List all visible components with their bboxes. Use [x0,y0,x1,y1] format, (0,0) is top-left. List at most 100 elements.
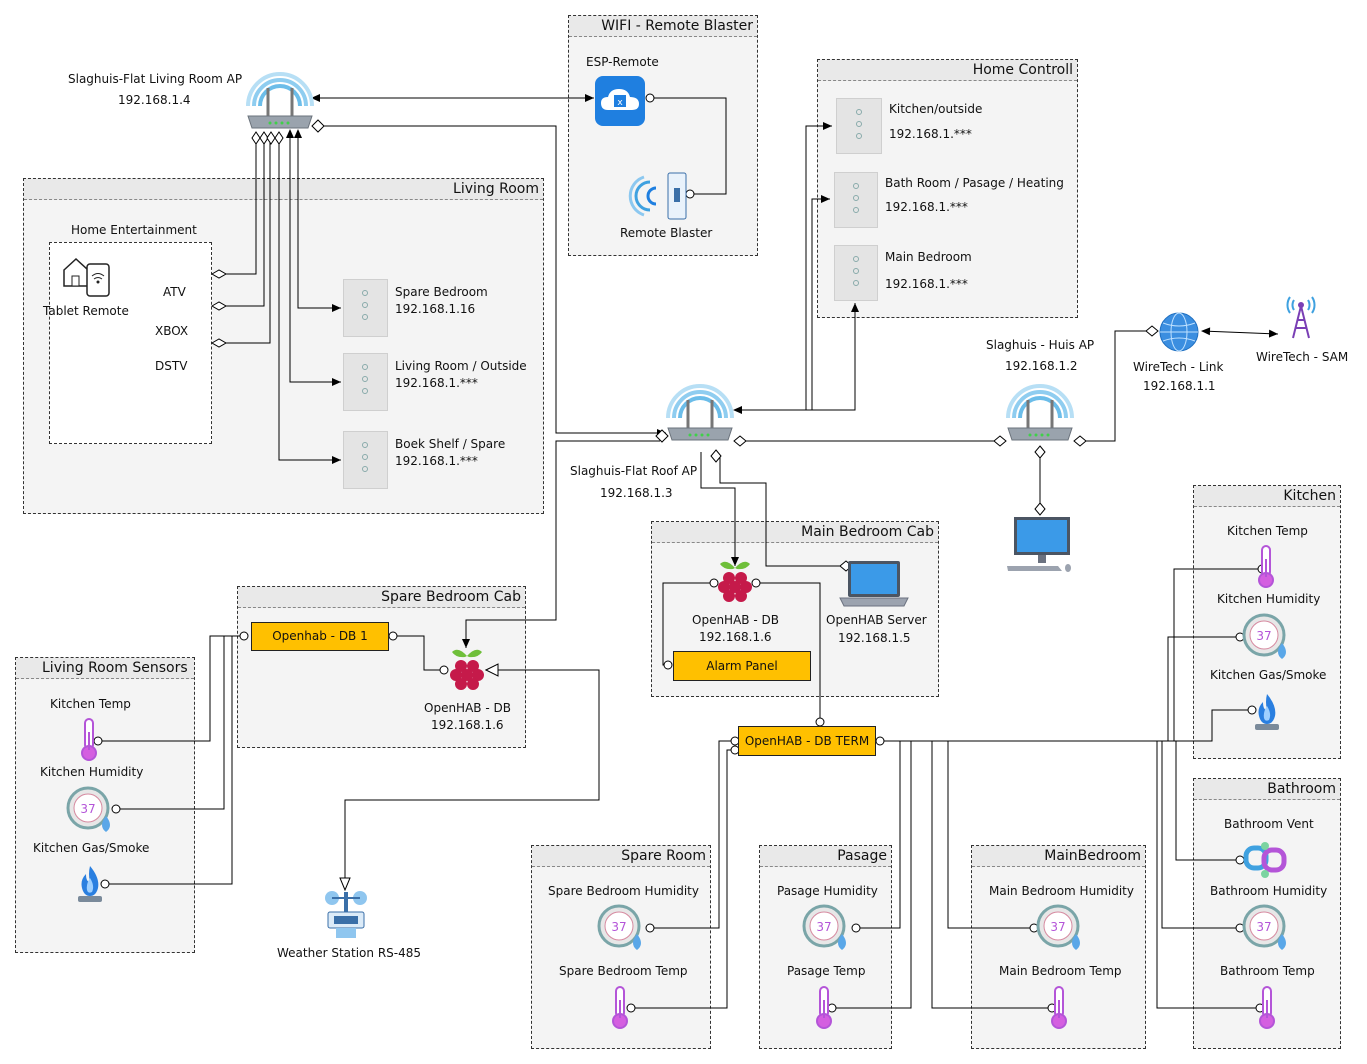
link-roof-kitchen [805,122,832,410]
lr-switch-spare-name: Spare Bedroom [395,285,488,299]
link-roof-bath [811,195,830,410]
connector [1034,445,1046,459]
wall-switch-living[interactable] [343,353,388,411]
wall-switch-mainbed[interactable] [834,245,878,301]
svg-text:37: 37 [80,802,95,816]
alarm-panel-box[interactable]: Alarm Panel [673,651,811,681]
router-icon [666,384,734,441]
antenna-tower-icon [1286,296,1316,339]
laptop-icon [839,561,909,607]
wirelink-ip: 192.168.1.1 [1143,379,1216,393]
svg-text:37: 37 [1050,920,1065,934]
link-term-trunk [882,709,1252,742]
thermometer-icon [1258,545,1274,588]
globe-icon [1159,312,1199,352]
bath-vent-label: Bathroom Vent [1224,817,1314,831]
mainbed-humidity-label: Main Bedroom Humidity [989,884,1134,898]
link-roof-server [719,455,846,567]
huis-ap-name: Slaghuis - Huis AP [986,338,1095,352]
openhab-db1-box[interactable]: Openhab - DB 1 [251,622,389,651]
lr-temp-label: Kitchen Temp [50,697,131,711]
link-huis-wirelink [1086,330,1148,442]
network-diagram: WIFI - Remote Blaster Home Controll Livi… [0,0,1367,1064]
link-roof-mainbed [733,303,859,414]
link-term-kitchen-hum [1167,636,1240,741]
router-icon [246,72,314,129]
hc-bath-name: Bath Room / Pasage / Heating [885,176,1064,190]
bath-temp-label: Bathroom Temp [1220,964,1315,978]
hc-kitchen-name: Kitchen/outside [889,102,983,116]
weather-arrow [484,663,499,677]
hc-bath-ip: 192.168.1.*** [885,200,968,214]
connector [210,301,228,311]
server-ip: 192.168.1.5 [838,631,911,645]
lr-switch-boek-name: Boek Shelf / Spare [395,437,506,451]
esp-label: ESP-Remote [586,55,659,69]
vent-fan-icon [1243,842,1287,878]
link-term-spare-hum [650,740,734,929]
link-ap-xbox [220,140,265,307]
connector [1034,502,1046,516]
main-rpi-ip: 192.168.1.6 [699,630,772,644]
huis-ap-ip: 192.168.1.2 [1005,359,1078,373]
port [875,736,885,746]
raspberry-pi-icon [718,561,752,602]
roof-ap-ip: 192.168.1.3 [600,486,673,500]
wall-switch-spare[interactable] [343,279,388,337]
link-wirelink-sam [1201,327,1279,338]
svg-text:37: 37 [1256,629,1271,643]
link-lr-humidity [118,636,225,810]
gas-flame-icon [78,866,102,902]
humidity-gauge-icon: 37 [1036,904,1080,950]
main-rpi-name: OpenHAB - DB [692,613,779,627]
spare-temp-label: Spare Bedroom Temp [559,964,688,978]
wall-switch-kitchen[interactable] [836,98,882,154]
svg-text:x: x [617,98,623,108]
svg-text:37: 37 [1256,920,1271,934]
lr-gas-label: Kitchen Gas/Smoke [33,841,150,855]
server-name: OpenHAB Server [826,613,927,627]
svg-text:37: 37 [816,920,831,934]
connector [210,338,228,348]
link-lr-temp [100,635,248,742]
gas-flame-icon [1255,694,1279,730]
hc-mainbed-name: Main Bedroom [885,250,972,264]
thermometer-icon [1051,986,1067,1029]
wall-switch-bath[interactable] [834,172,878,228]
port [851,923,861,933]
living-ap-ip: 192.168.1.4 [118,93,191,107]
tablet-label: Tablet Remote [43,304,129,318]
link-roof-main-rpi [700,452,739,566]
port [645,93,655,103]
thermometer-icon [81,718,97,761]
living-ap-name: Slaghuis-Flat Living Room AP [68,72,243,86]
link-term-main-hum [947,741,1034,929]
link-ap-dstv [220,140,271,344]
home-tablet-icon [63,257,110,297]
link-ap-boek [278,140,341,464]
spare-rpi-name: OpenHAB - DB [424,701,511,715]
humidity-gauge-icon: 37 [66,786,110,832]
humidity-gauge-icon: 37 [1242,613,1286,659]
wall-switch-boek[interactable] [343,431,388,489]
spare-rpi-ip: 192.168.1.6 [431,718,504,732]
port [645,923,655,933]
raspberry-pi-icon [450,649,484,690]
connector [1145,325,1159,337]
atv-label: ATV [163,285,186,299]
openhab-term-box[interactable]: OpenHAB - DB TERM [738,726,876,756]
lr-switch-spare-ip: 192.168.1.16 [395,302,476,316]
weather-station-icon [325,891,367,938]
xbox-label: XBOX [155,324,189,338]
thermometer-icon [1259,986,1275,1029]
bath-humidity-label: Bathroom Humidity [1210,884,1328,898]
lr-humidity-label: Kitchen Humidity [40,765,144,779]
kitchen-humidity-label: Kitchen Humidity [1217,592,1321,606]
port [388,631,398,641]
wiresam-name: WireTech - SAM [1256,350,1349,364]
roof-ap-name: Slaghuis-Flat Roof AP [570,464,698,478]
kitchen-temp-label: Kitchen Temp [1227,524,1308,538]
port [1235,855,1245,865]
humidity-gauge-icon: 37 [802,904,846,950]
svg-text:37: 37 [611,920,626,934]
